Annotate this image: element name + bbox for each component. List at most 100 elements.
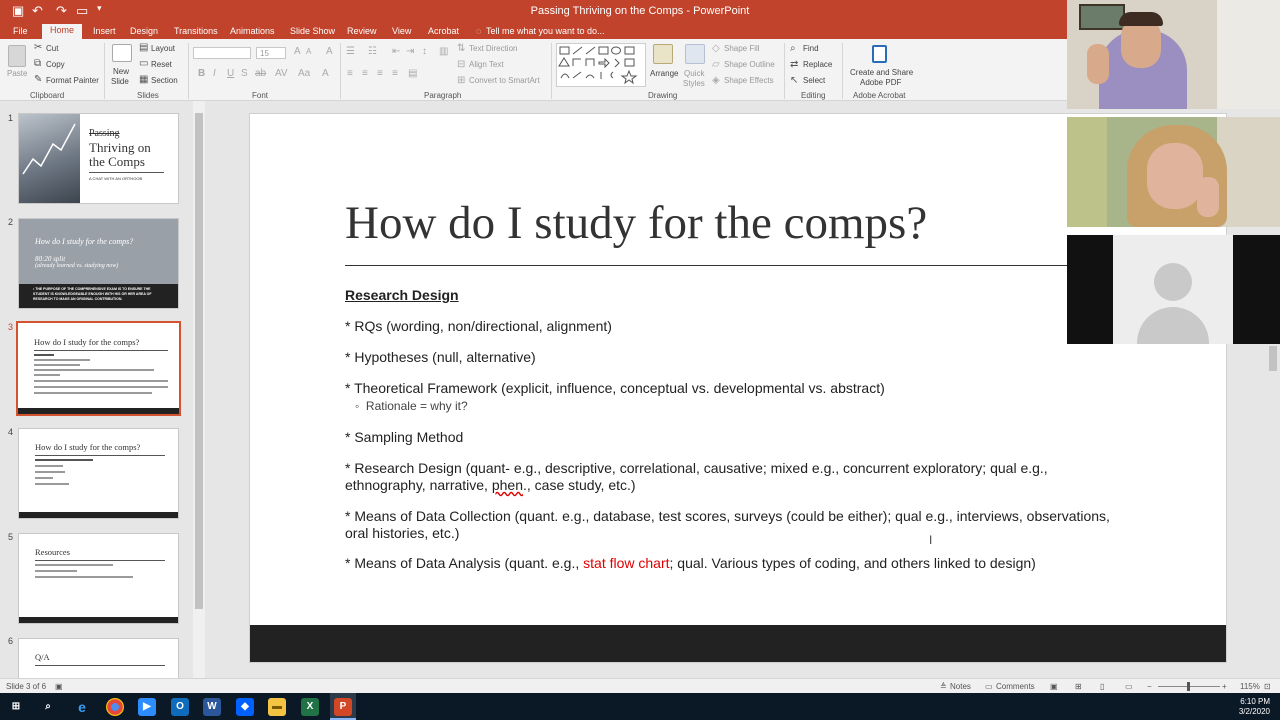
text-cursor-icon: I — [929, 533, 933, 547]
replace-button[interactable]: Replace — [803, 60, 832, 69]
tab-design[interactable]: Design — [128, 25, 160, 39]
cut-button[interactable]: Cut — [46, 44, 58, 53]
paste-button[interactable]: Paste — [7, 69, 27, 78]
thumb-text-line — [35, 483, 69, 485]
align-right-icon: ≡ — [377, 68, 383, 79]
reset-button[interactable]: Reset — [151, 60, 172, 69]
grow-font-icon: A — [294, 46, 301, 57]
tell-me-search[interactable]: Tell me what you want to do... — [484, 25, 607, 39]
section-button[interactable]: Section — [151, 76, 178, 85]
shape-effects-button[interactable]: Shape Effects — [724, 76, 774, 85]
bold-icon: B — [198, 68, 206, 79]
format-painter-button[interactable]: Format Painter — [46, 76, 99, 85]
shape-fill-button[interactable]: Shape Fill — [724, 44, 760, 53]
paste-icon[interactable] — [8, 45, 26, 67]
slide-counter: Slide 3 of 6 — [6, 682, 47, 691]
shape-outline-button[interactable]: Shape Outline — [724, 60, 775, 69]
reading-view-icon[interactable]: ▯ — [1100, 682, 1104, 691]
group-divider — [784, 43, 785, 99]
scrollbar-thumb[interactable] — [195, 113, 203, 609]
slideshow-view-icon[interactable]: ▭ — [1125, 682, 1133, 691]
slide-thumbnail-4[interactable]: How do I study for the comps? — [18, 428, 179, 519]
new-slide-button[interactable]: New — [113, 67, 129, 76]
zoom-out-icon[interactable]: − — [1147, 682, 1152, 691]
outlook-icon[interactable]: O — [171, 698, 189, 716]
font-size-box[interactable]: 15 — [256, 47, 286, 59]
growth-chart-image — [22, 123, 76, 175]
layout-button[interactable]: Layout — [151, 44, 175, 53]
quick-styles-button[interactable]: Quick — [684, 69, 704, 78]
tab-slide-show[interactable]: Slide Show — [288, 25, 337, 39]
person-face — [1147, 143, 1203, 209]
edge-icon[interactable]: e — [73, 698, 91, 716]
windows-start-icon[interactable]: ⊞ — [7, 698, 25, 716]
tab-transitions[interactable]: Transitions — [172, 25, 220, 39]
scrollbar-thumb[interactable] — [1269, 346, 1277, 371]
format-painter-icon: ✎ — [34, 74, 43, 85]
video-tile-3[interactable] — [1067, 235, 1280, 344]
tab-insert[interactable]: Insert — [91, 25, 118, 39]
background-wall — [1067, 117, 1107, 227]
thumbnails-scrollbar[interactable] — [193, 101, 205, 678]
system-clock[interactable]: 6:10 PM 3/2/2020 — [1239, 697, 1270, 717]
find-button[interactable]: Find — [803, 44, 819, 53]
text-direction-button[interactable]: Text Direction — [469, 44, 517, 53]
slide-thumbnail-2[interactable]: How do I study for the comps? 80:20 spli… — [18, 218, 179, 309]
new-slide-button-line2[interactable]: Slide — [111, 77, 129, 86]
create-share-pdf-button-line2[interactable]: Adobe PDF — [860, 78, 901, 87]
zoom-in-icon[interactable]: + — [1222, 682, 1227, 691]
misspelled-word[interactable]: phen — [492, 477, 523, 493]
arrange-icon[interactable] — [653, 44, 673, 64]
zoom-level[interactable]: 115% — [1240, 682, 1260, 691]
select-button[interactable]: Select — [803, 76, 825, 85]
dropbox-icon[interactable]: ◆ — [236, 698, 254, 716]
shapes-gallery[interactable] — [556, 43, 646, 87]
group-divider — [104, 43, 105, 99]
video-tile-1[interactable] — [1067, 0, 1217, 109]
quick-styles-button-line2[interactable]: Styles — [683, 79, 705, 88]
search-icon[interactable]: ⌕ — [39, 698, 57, 716]
slide-thumbnail-6[interactable]: Q/A — [18, 638, 179, 678]
char-spacing-icon: AV — [275, 68, 288, 79]
slide-thumbnail-1[interactable]: Passing Thriving on the Comps A CHAT WIT… — [18, 113, 179, 204]
slide-thumbnail-3[interactable]: How do I study for the comps? — [16, 321, 181, 416]
convert-smartart-button[interactable]: Convert to SmartArt — [469, 76, 540, 85]
copy-button[interactable]: Copy — [46, 60, 65, 69]
slide-thumbnail-5[interactable]: Resources — [18, 533, 179, 624]
bullet-item: * Sampling Method — [345, 429, 464, 445]
file-explorer-icon[interactable]: ▬ — [268, 698, 286, 716]
notes-button[interactable]: Notes — [950, 682, 971, 691]
bullet-item: * Means of Data Collection (quant. e.g.,… — [345, 508, 1110, 524]
slide-title[interactable]: How do I study for the comps? — [345, 196, 927, 250]
slide-sorter-icon[interactable]: ⊞ — [1075, 682, 1082, 691]
powerpoint-icon[interactable]: P — [334, 698, 352, 716]
bullet-text: ., case study, etc.) — [523, 477, 636, 493]
thumb-rule — [35, 455, 165, 456]
fit-to-window-icon[interactable]: ⊡ — [1264, 682, 1271, 691]
create-share-pdf-button[interactable]: Create and Share — [850, 68, 913, 77]
spell-check-icon[interactable]: ▣ — [55, 682, 63, 691]
new-slide-icon[interactable] — [112, 44, 132, 62]
excel-icon[interactable]: X — [301, 698, 319, 716]
align-text-button[interactable]: Align Text — [469, 60, 504, 69]
zoom-slider-handle[interactable] — [1187, 682, 1190, 691]
quick-styles-icon[interactable] — [685, 44, 705, 64]
thumb-text-line — [35, 564, 113, 566]
word-icon[interactable]: W — [203, 698, 221, 716]
thumb-text-line — [34, 374, 60, 376]
video-tile-2[interactable] — [1067, 117, 1280, 227]
thumbnail-number: 1 — [8, 113, 14, 123]
tab-home[interactable]: Home — [42, 24, 83, 39]
tab-file[interactable]: File — [11, 25, 30, 39]
tab-view[interactable]: View — [390, 25, 413, 39]
tab-animations[interactable]: Animations — [228, 25, 277, 39]
normal-view-icon[interactable]: ▣ — [1050, 682, 1058, 691]
arrange-button[interactable]: Arrange — [650, 69, 678, 78]
adobe-pdf-icon[interactable] — [872, 45, 887, 63]
comments-button[interactable]: Comments — [996, 682, 1035, 691]
font-name-box[interactable] — [193, 47, 251, 59]
chrome-icon[interactable] — [106, 698, 124, 716]
tab-acrobat[interactable]: Acrobat — [426, 25, 461, 39]
tab-review[interactable]: Review — [345, 25, 379, 39]
zoom-app-icon[interactable]: ▶ — [138, 698, 156, 716]
